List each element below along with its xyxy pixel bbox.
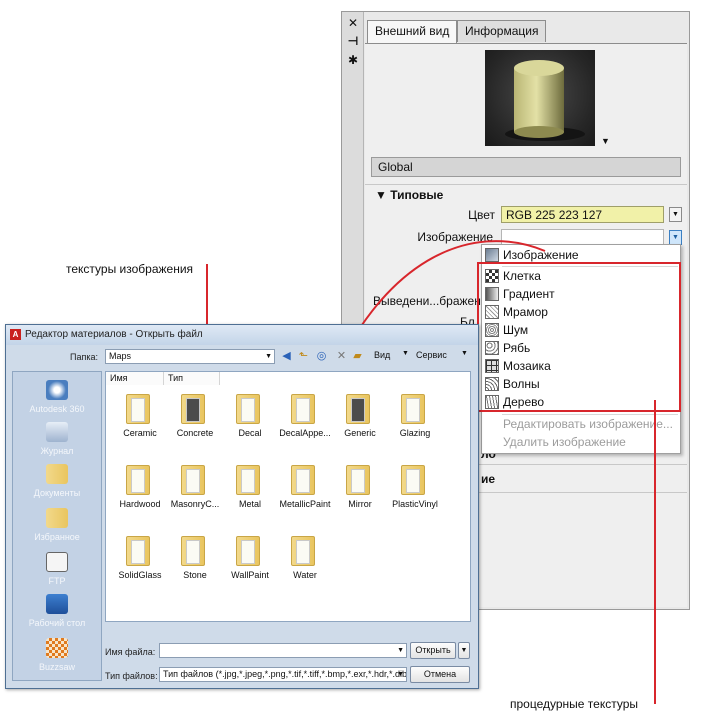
column-header-type[interactable]: Тип	[164, 372, 220, 385]
folder-icon	[236, 465, 260, 495]
folder-icon	[126, 536, 150, 566]
folder-icon	[346, 465, 370, 495]
place-label: Buzzsaw	[38, 662, 75, 672]
place-label: Журнал	[40, 446, 74, 456]
list-item[interactable]: Stone	[165, 536, 225, 596]
delete-icon[interactable]: ✕	[335, 350, 348, 363]
place-label: Избранное	[34, 532, 80, 542]
favorites-folder-icon	[46, 508, 68, 528]
folder-icon	[401, 394, 425, 424]
file-label: Glazing	[399, 428, 431, 438]
file-list: Имя Тип Ceramic Concrete Decal DecalAppe…	[105, 371, 471, 622]
list-item[interactable]: Ceramic	[110, 394, 170, 454]
filetype-value: Тип файлов (*.jpg,*.jpeg,*.png,*.tif,*.t…	[163, 669, 407, 679]
place-label: Рабочий стол	[28, 618, 86, 628]
list-item[interactable]: MasonryC...	[165, 465, 225, 525]
filetype-select[interactable]: Тип файлов (*.jpg,*.jpeg,*.png,*.tif,*.t…	[159, 667, 407, 682]
folder-value: Maps	[109, 351, 132, 361]
buzzsaw-icon	[46, 638, 68, 658]
tools-menu[interactable]: Сервис	[416, 350, 447, 360]
places-bar: Autodesk 360 Журнал Документы Избранное …	[12, 371, 102, 681]
folder-label: Папка:	[70, 352, 98, 362]
filename-label: Имя файла:	[105, 647, 156, 657]
dialog-titlebar[interactable]: A Редактор материалов - Открыть файл	[6, 325, 478, 345]
place-label: Autodesk 360	[29, 404, 85, 414]
chevron-down-icon: ▼	[397, 671, 404, 678]
chevron-down-icon[interactable]: ▼	[402, 350, 409, 357]
place-label: FTP	[48, 576, 66, 586]
folder-icon	[181, 394, 205, 424]
view-menu[interactable]: Вид	[374, 350, 390, 360]
list-item[interactable]: Water	[275, 536, 335, 596]
folder-icon	[291, 465, 315, 495]
cancel-button[interactable]: Отмена	[410, 666, 470, 683]
search-web-icon[interactable]: ◎	[315, 350, 328, 363]
folder-icon	[126, 465, 150, 495]
list-item[interactable]: Mirror	[330, 465, 390, 525]
folder-combo[interactable]: Maps ▼	[105, 349, 275, 364]
folder-icon	[181, 536, 205, 566]
list-item[interactable]: Generic	[330, 394, 390, 454]
up-folder-icon[interactable]: ⬑	[297, 350, 310, 363]
list-item[interactable]: DecalAppe...	[275, 394, 335, 454]
open-options-button[interactable]: ▼	[458, 642, 470, 659]
list-item[interactable]: Hardwood	[110, 465, 170, 525]
filetype-label: Тип файлов:	[105, 671, 158, 681]
list-item[interactable]: SolidGlass	[110, 536, 170, 596]
list-item[interactable]: Glazing	[385, 394, 445, 454]
filename-input[interactable]: ▼	[159, 643, 407, 658]
folder-icon	[46, 464, 68, 484]
list-item[interactable]: MetallicPaint	[275, 465, 335, 525]
chevron-down-icon: ▼	[397, 647, 404, 654]
column-header-name[interactable]: Имя	[106, 372, 164, 385]
chevron-down-icon[interactable]: ▼	[461, 350, 468, 357]
folder-icon	[236, 536, 260, 566]
list-item[interactable]: Concrete	[165, 394, 225, 454]
list-item[interactable]: WallPaint	[220, 536, 280, 596]
folder-icon	[236, 394, 260, 424]
place-label: Документы	[33, 488, 81, 498]
ftp-icon	[46, 552, 68, 572]
open-button[interactable]: Открыть	[410, 642, 456, 659]
history-icon	[46, 422, 68, 442]
folder-icon	[401, 465, 425, 495]
new-folder-icon[interactable]: ▰	[351, 350, 364, 363]
folder-icon	[346, 394, 370, 424]
chevron-down-icon: ▼	[265, 353, 272, 360]
folder-icon	[291, 536, 315, 566]
open-file-dialog: A Редактор материалов - Открыть файл Пап…	[5, 324, 479, 689]
folder-icon	[181, 465, 205, 495]
desktop-icon	[46, 594, 68, 614]
file-label: PlasticVinyl	[392, 499, 438, 509]
list-item[interactable]: Decal	[220, 394, 280, 454]
dialog-title: Редактор материалов - Открыть файл	[25, 329, 203, 340]
cloud-icon	[46, 380, 68, 400]
list-item[interactable]: PlasticVinyl	[385, 465, 445, 525]
list-item[interactable]: Metal	[220, 465, 280, 525]
folder-icon	[126, 394, 150, 424]
autocad-logo-icon: A	[10, 329, 21, 340]
back-icon[interactable]: ◀	[280, 350, 293, 363]
folder-icon	[291, 394, 315, 424]
file-label: Water	[293, 570, 317, 580]
